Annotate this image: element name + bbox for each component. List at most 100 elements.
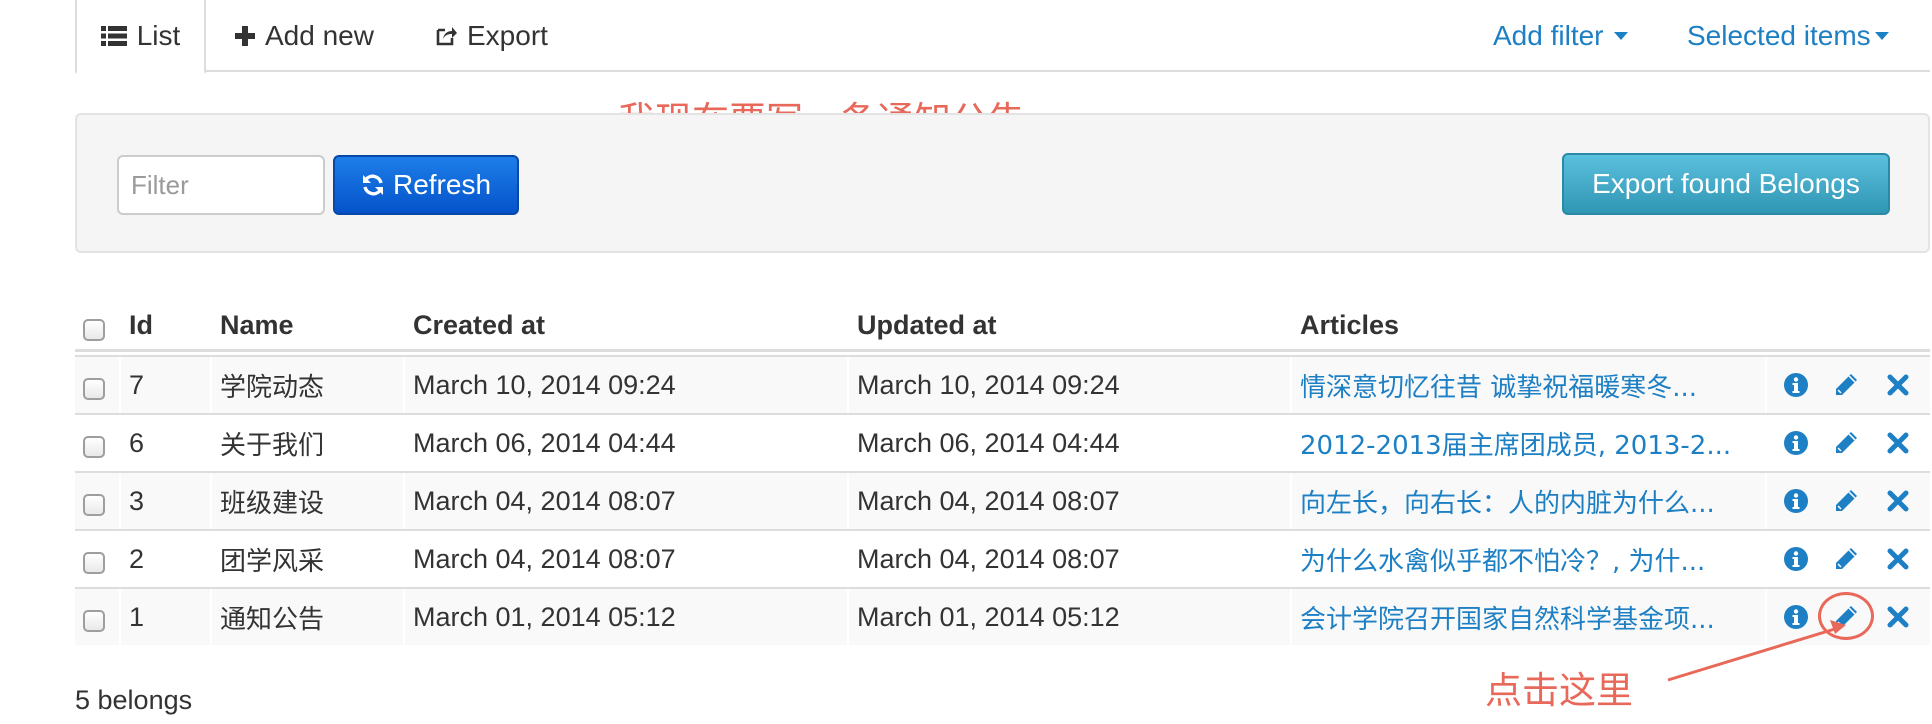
selected-items-label: Selected items (1687, 20, 1871, 51)
caret-down-icon (1613, 32, 1628, 40)
row-checkbox[interactable] (83, 378, 105, 400)
table-row: 2 团学风采 March 04, 2014 08:07 March 04, 20… (75, 529, 1930, 587)
add-filter-label: Add filter (1493, 20, 1604, 51)
table-row: 1 通知公告 March 01, 2014 05:12 March 01, 20… (75, 587, 1930, 645)
header-id[interactable]: Id (129, 302, 153, 349)
info-icon (1780, 369, 1812, 401)
row-articles-link[interactable]: 为什么水禽似乎都不怕冷？, 为什... (1300, 541, 1705, 578)
row-name: 学院动态 (220, 372, 325, 403)
info-icon (1780, 601, 1812, 633)
row-checkbox[interactable] (83, 494, 105, 516)
delete-button[interactable] (1882, 415, 1914, 471)
edit-button[interactable] (1830, 357, 1862, 413)
info-button[interactable] (1780, 357, 1812, 413)
row-updated-at: March 01, 2014 05:12 (857, 601, 1120, 632)
table-row: 3 班级建设 March 04, 2014 08:07 March 04, 20… (75, 471, 1930, 529)
row-checkbox[interactable] (83, 552, 105, 574)
edit-button[interactable] (1830, 415, 1862, 471)
plus-icon (235, 26, 255, 46)
info-button[interactable] (1780, 415, 1812, 471)
row-created-at: March 04, 2014 08:07 (413, 485, 676, 516)
tab-export[interactable]: Export (435, 0, 548, 72)
edit-button[interactable] (1830, 473, 1862, 529)
row-articles-cell: 为什么水禽似乎都不怕冷？, 为什... (1300, 531, 1830, 587)
row-id: 7 (129, 369, 145, 400)
info-button[interactable] (1780, 473, 1812, 529)
share-icon (435, 25, 457, 47)
row-updated-at: March 06, 2014 04:44 (857, 427, 1120, 458)
row-checkbox[interactable] (83, 436, 105, 458)
row-articles-link[interactable]: 会计学院召开国家自然科学基金项... (1300, 599, 1715, 636)
annotation-click-here: 点击这里 (1485, 669, 1633, 712)
pencil-icon (1830, 485, 1862, 517)
header-name[interactable]: Name (220, 302, 294, 349)
header-checkbox-cell (83, 302, 113, 349)
nav-tabs: List Add new Export Add filter Selected … (75, 0, 1930, 74)
row-articles-link[interactable]: 向左长，向右长：人的内脏为什么... (1300, 483, 1715, 520)
header-articles[interactable]: Articles (1300, 302, 1830, 349)
info-icon (1780, 427, 1812, 459)
list-icon (100, 25, 127, 47)
tab-add-new[interactable]: Add new (235, 0, 374, 72)
row-articles-cell: 会计学院召开国家自然科学基金项... (1300, 589, 1830, 645)
row-name: 团学风采 (220, 546, 325, 577)
export-found-button[interactable]: Export found Belongs (1562, 153, 1890, 215)
row-created-at: March 04, 2014 08:07 (413, 543, 676, 574)
close-icon (1882, 369, 1914, 401)
close-icon (1882, 485, 1914, 517)
edit-button[interactable] (1830, 531, 1862, 587)
row-articles-cell: 2012-2013届主席团成员, 2013-2... (1300, 415, 1830, 471)
info-icon (1780, 485, 1812, 517)
header-updated-at[interactable]: Updated at (857, 302, 997, 349)
pencil-icon (1830, 543, 1862, 575)
export-found-label: Export found Belongs (1592, 168, 1860, 199)
annotation-circle (1818, 592, 1874, 640)
refresh-icon (361, 173, 385, 197)
delete-button[interactable] (1882, 531, 1914, 587)
row-checkbox-cell (83, 531, 113, 587)
row-id: 2 (129, 543, 145, 574)
close-icon (1882, 543, 1914, 575)
row-name: 班级建设 (220, 488, 325, 519)
filter-toolbar: Refresh Export found Belongs (75, 113, 1930, 253)
row-articles-cell: 向左长，向右长：人的内脏为什么... (1300, 473, 1830, 529)
row-id: 3 (129, 485, 145, 516)
selected-items-dropdown[interactable]: Selected items (1687, 0, 1889, 72)
row-checkbox-cell (83, 473, 113, 529)
row-name: 通知公告 (220, 604, 325, 635)
delete-button[interactable] (1882, 473, 1914, 529)
delete-button[interactable] (1882, 589, 1914, 645)
row-created-at: March 06, 2014 04:44 (413, 427, 676, 458)
delete-button[interactable] (1882, 357, 1914, 413)
row-created-at: March 10, 2014 09:24 (413, 369, 676, 400)
pencil-icon (1830, 427, 1862, 459)
table-row: 6 关于我们 March 06, 2014 04:44 March 06, 20… (75, 413, 1930, 471)
row-checkbox-cell (83, 589, 113, 645)
row-articles-cell: 情深意切忆往昔 诚挚祝福暖寒冬... (1300, 357, 1830, 413)
row-id: 6 (129, 427, 145, 458)
record-count: 5 belongs (75, 685, 193, 715)
caret-down-icon (1874, 32, 1889, 40)
row-updated-at: March 10, 2014 09:24 (857, 369, 1120, 400)
pencil-icon (1830, 369, 1862, 401)
header-created-at[interactable]: Created at (413, 302, 545, 349)
row-articles-link[interactable]: 情深意切忆往昔 诚挚祝福暖寒冬... (1300, 367, 1697, 404)
select-all-checkbox[interactable] (83, 318, 105, 341)
filter-input[interactable] (117, 155, 325, 215)
row-checkbox[interactable] (83, 610, 105, 632)
info-button[interactable] (1780, 531, 1812, 587)
tab-list[interactable]: List (75, 0, 206, 74)
tab-add-new-label: Add new (265, 20, 374, 51)
row-updated-at: March 04, 2014 08:07 (857, 485, 1120, 516)
refresh-button[interactable]: Refresh (333, 155, 519, 215)
info-button[interactable] (1780, 589, 1812, 645)
row-articles-link[interactable]: 2012-2013届主席团成员, 2013-2... (1300, 425, 1731, 462)
table-row: 7 学院动态 March 10, 2014 09:24 March 10, 20… (75, 355, 1930, 413)
row-checkbox-cell (83, 357, 113, 413)
refresh-label: Refresh (392, 169, 492, 200)
add-filter-dropdown[interactable]: Add filter (1493, 0, 1628, 72)
row-updated-at: March 04, 2014 08:07 (857, 543, 1120, 574)
close-icon (1882, 601, 1914, 633)
row-id: 1 (129, 601, 145, 632)
row-created-at: March 01, 2014 05:12 (413, 601, 676, 632)
